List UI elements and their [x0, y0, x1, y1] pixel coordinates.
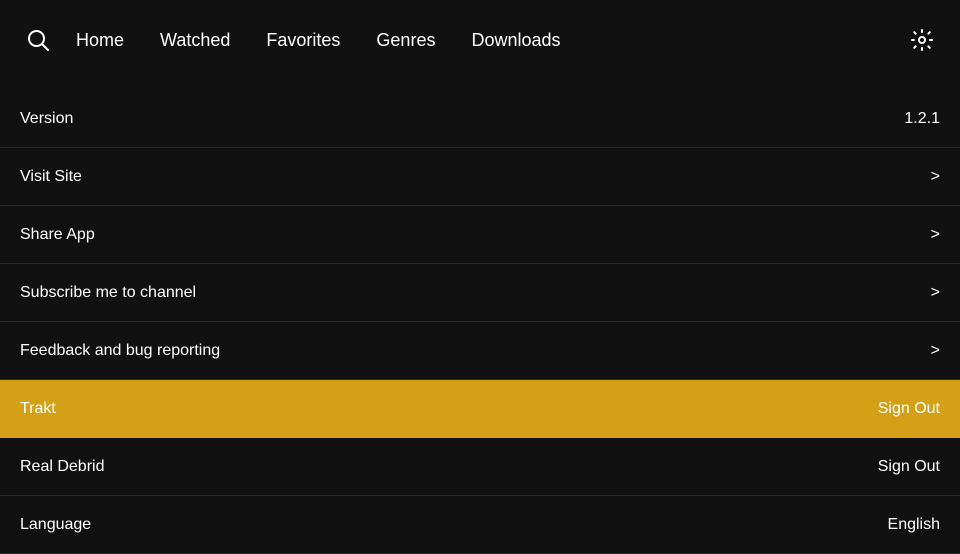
trakt-label: Trakt: [20, 400, 56, 418]
settings-item-subscribe[interactable]: Subscribe me to channel >: [0, 264, 960, 322]
version-label: Version: [20, 110, 73, 128]
real-debrid-label: Real Debrid: [20, 458, 104, 476]
subscribe-chevron: >: [931, 284, 940, 302]
nav-link-home[interactable]: Home: [76, 30, 124, 51]
settings-item-visit-site[interactable]: Visit Site >: [0, 148, 960, 206]
trakt-sign-out[interactable]: Sign Out: [878, 400, 940, 418]
language-value: English: [888, 516, 940, 534]
version-value: 1.2.1: [904, 110, 940, 128]
visit-site-label: Visit Site: [20, 168, 82, 186]
nav-links: Home Watched Favorites Genres Downloads: [76, 30, 904, 51]
settings-item-language[interactable]: Language English: [0, 496, 960, 554]
navbar: Home Watched Favorites Genres Downloads: [0, 0, 960, 80]
settings-icon[interactable]: [904, 22, 940, 58]
feedback-label: Feedback and bug reporting: [20, 342, 220, 360]
settings-item-real-debrid[interactable]: Real Debrid Sign Out: [0, 438, 960, 496]
nav-link-downloads[interactable]: Downloads: [471, 30, 560, 51]
settings-list: Version 1.2.1 Visit Site > Share App > S…: [0, 90, 960, 554]
share-app-chevron: >: [931, 226, 940, 244]
subscribe-label: Subscribe me to channel: [20, 284, 196, 302]
nav-link-favorites[interactable]: Favorites: [266, 30, 340, 51]
real-debrid-sign-out[interactable]: Sign Out: [878, 458, 940, 476]
visit-site-chevron: >: [931, 168, 940, 186]
settings-item-share-app[interactable]: Share App >: [0, 206, 960, 264]
feedback-chevron: >: [931, 342, 940, 360]
nav-link-watched[interactable]: Watched: [160, 30, 230, 51]
share-app-label: Share App: [20, 226, 95, 244]
settings-item-trakt[interactable]: Trakt Sign Out: [0, 380, 960, 438]
settings-item-version: Version 1.2.1: [0, 90, 960, 148]
settings-item-feedback[interactable]: Feedback and bug reporting >: [0, 322, 960, 380]
nav-link-genres[interactable]: Genres: [376, 30, 435, 51]
search-icon[interactable]: [20, 22, 56, 58]
language-label: Language: [20, 516, 91, 534]
